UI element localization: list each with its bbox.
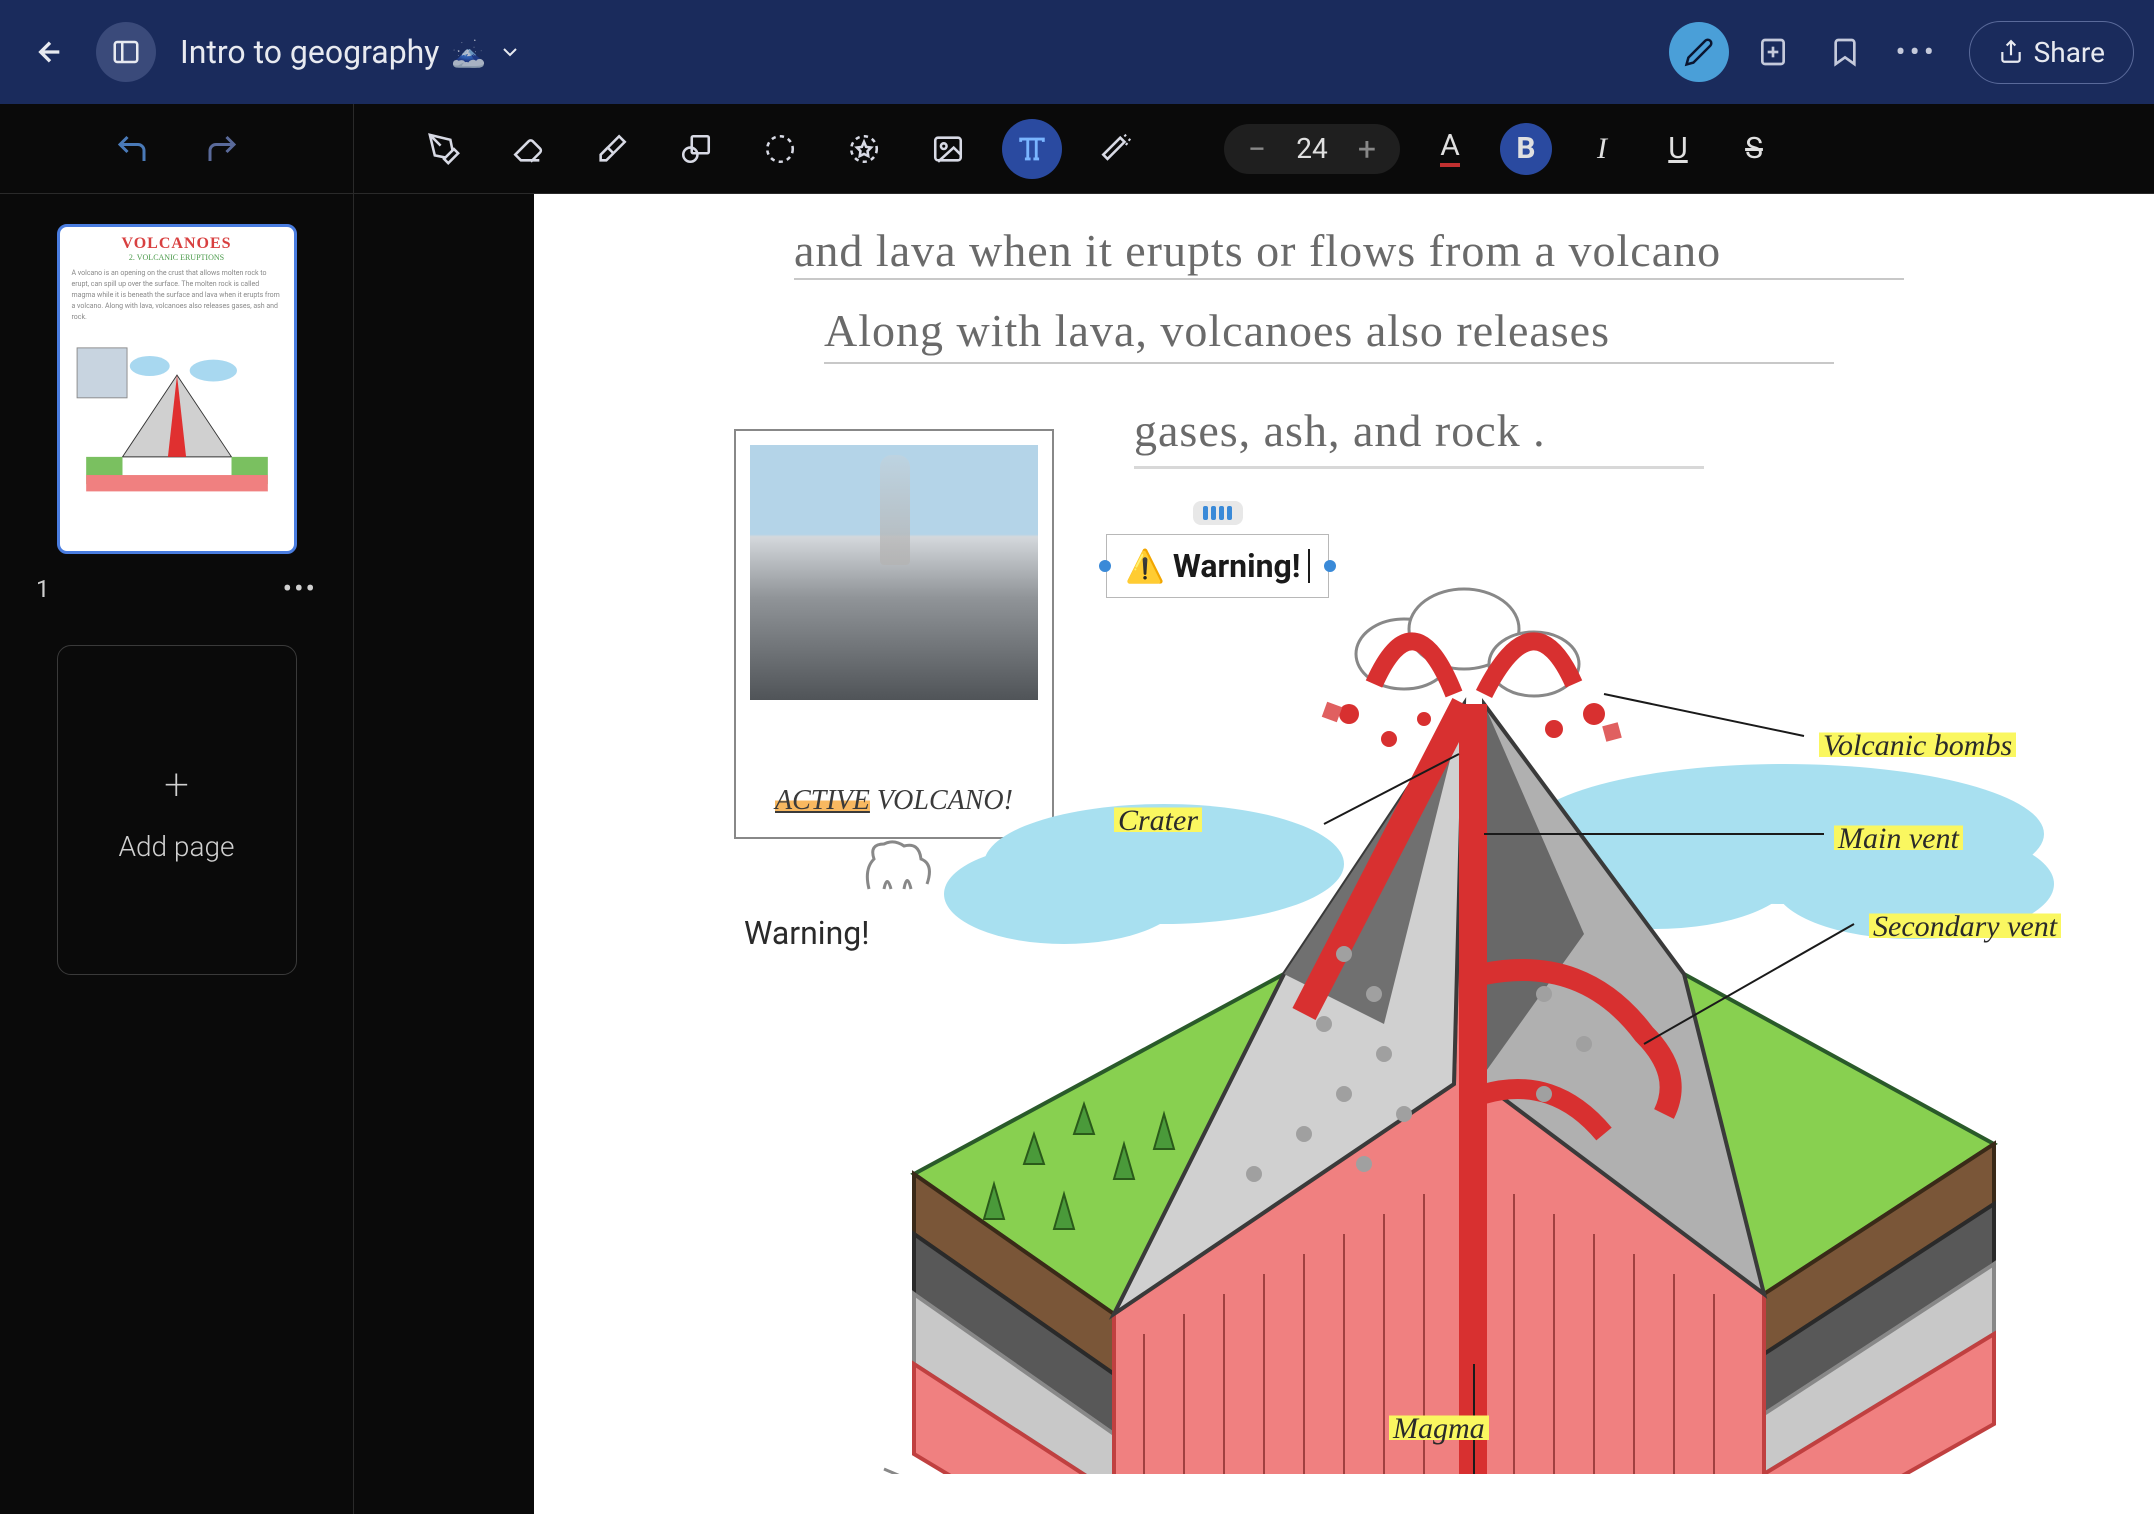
top-bar: Intro to geography 🗻 ••• Share (0, 0, 2154, 104)
page-thumbnail-1[interactable]: VOLCANOES 2. VOLCANIC ERUPTIONS A volcan… (57, 224, 297, 554)
thumb-title: VOLCANOES (68, 235, 286, 253)
label-volcanic-bombs: Volcanic bombs (1819, 729, 2016, 763)
font-size-value: 24 (1290, 132, 1334, 165)
thumbnail-area: VOLCANOES 2. VOLCANIC ERUPTIONS A volcan… (0, 194, 353, 1005)
textbox-drag-handle[interactable] (1193, 501, 1243, 525)
redo-button[interactable] (202, 129, 242, 169)
highlighter-tool[interactable] (582, 119, 642, 179)
share-button[interactable]: Share (1969, 21, 2134, 84)
document-title[interactable]: Intro to geography 🗻 (180, 33, 522, 71)
handwriting-line-1: and lava when it erupts or flows from a … (794, 224, 1721, 277)
label-crater: Crater (1114, 804, 1202, 838)
main-area: VOLCANOES 2. VOLCANIC ERUPTIONS A volcan… (0, 104, 2154, 1514)
magic-tool[interactable] (1086, 119, 1146, 179)
thumb-subtitle: 2. VOLCANIC ERUPTIONS (68, 253, 286, 262)
font-size-control: − 24 + (1224, 124, 1400, 174)
text-tool[interactable] (1002, 119, 1062, 179)
thumb-diagram (68, 331, 286, 501)
more-button[interactable]: ••• (1889, 24, 1945, 80)
lasso-tool[interactable] (750, 119, 810, 179)
history-bar (0, 104, 353, 194)
add-button[interactable] (1745, 24, 1801, 80)
plus-icon: + (164, 758, 189, 810)
italic-button[interactable]: I (1576, 123, 1628, 175)
eraser-tool[interactable] (498, 119, 558, 179)
back-button[interactable] (20, 22, 80, 82)
label-main-vent: Main vent (1834, 822, 1963, 856)
add-page-button[interactable]: + Add page (57, 645, 297, 975)
volcano-diagram (684, 574, 2154, 1474)
sticker-tool[interactable] (834, 119, 894, 179)
canvas[interactable]: and lava when it erupts or flows from a … (534, 194, 2154, 1514)
share-label: Share (2034, 36, 2105, 69)
font-size-increase[interactable]: + (1350, 130, 1384, 168)
handwriting-line-2: Along with lava, volcanoes also releases (824, 304, 1610, 357)
strikethrough-button[interactable]: S (1728, 123, 1780, 175)
toolbar: − 24 + A B I U S (354, 104, 2154, 194)
title-emoji: 🗻 (451, 36, 486, 69)
textbox-resize-right[interactable] (1324, 560, 1336, 572)
add-page-label: Add page (118, 830, 234, 863)
page-number: 1 (36, 575, 50, 603)
textbox-resize-left[interactable] (1099, 560, 1111, 572)
bold-button[interactable]: B (1500, 123, 1552, 175)
sidebar-toggle-button[interactable] (96, 22, 156, 82)
text-color-button[interactable]: A (1424, 123, 1476, 175)
handwriting-line-3: gases, ash, and rock . (1134, 404, 1546, 457)
page-options-button[interactable]: ••• (283, 572, 317, 605)
undo-button[interactable] (112, 129, 152, 169)
chevron-down-icon (498, 40, 522, 64)
thumb-text-preview: A volcano is an opening on the crust tha… (68, 268, 286, 323)
font-size-decrease[interactable]: − (1240, 130, 1274, 168)
title-text: Intro to geography (180, 33, 439, 71)
canvas-wrap: and lava when it erupts or flows from a … (354, 194, 2154, 1514)
content-area: − 24 + A B I U S and lava when it e (354, 104, 2154, 1514)
underline-button[interactable]: U (1652, 123, 1704, 175)
image-tool[interactable] (918, 119, 978, 179)
edit-mode-button[interactable] (1669, 22, 1729, 82)
pen-tool[interactable] (414, 119, 474, 179)
page-sidebar: VOLCANOES 2. VOLCANIC ERUPTIONS A volcan… (0, 104, 354, 1514)
page-number-row: 1 ••• (30, 572, 323, 605)
label-magma: Magma (1389, 1412, 1489, 1446)
share-icon (1998, 39, 2024, 65)
bookmark-button[interactable] (1817, 24, 1873, 80)
shapes-tool[interactable] (666, 119, 726, 179)
label-secondary-vent: Secondary vent (1869, 910, 2061, 944)
